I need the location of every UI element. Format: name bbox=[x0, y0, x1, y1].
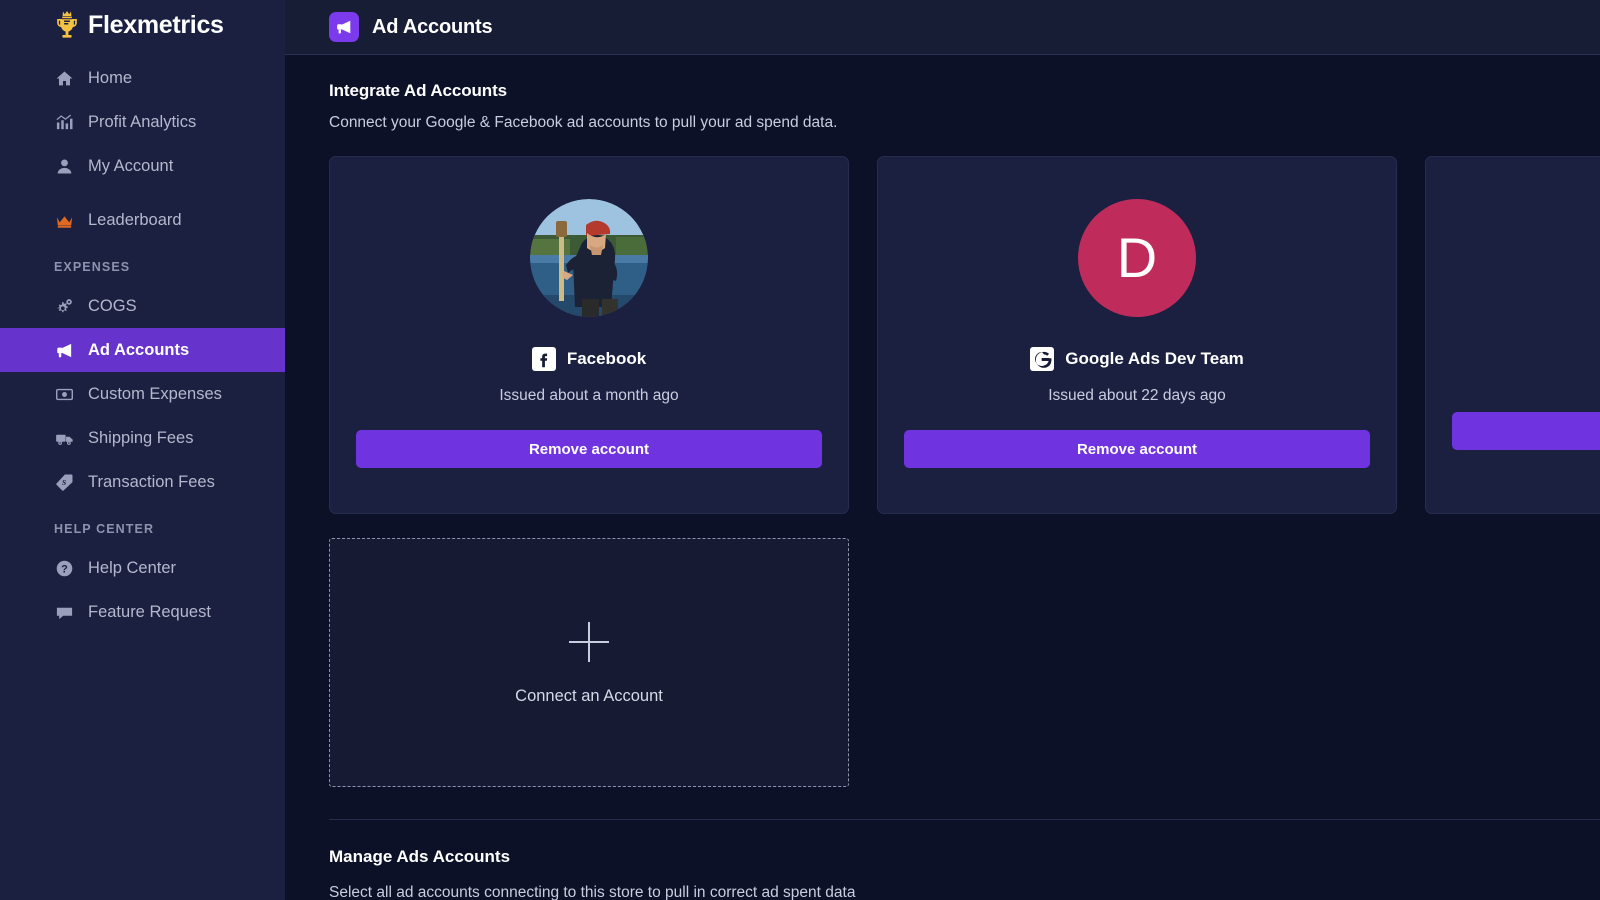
sidebar-item-label: COGS bbox=[88, 296, 137, 315]
integrate-subtitle: Connect your Google & Facebook ad accoun… bbox=[329, 114, 838, 131]
sidebar-item-label: Home bbox=[88, 68, 133, 87]
connect-account-label: Connect an Account bbox=[515, 687, 663, 705]
sidebar-item-leaderboard[interactable]: Leaderboard bbox=[0, 198, 285, 242]
truck-icon bbox=[54, 428, 74, 448]
account-name-row: Google Ads Dev Team bbox=[1030, 347, 1244, 371]
account-issued: Issued about a month ago bbox=[499, 387, 679, 404]
brand-name: Flexmetrics bbox=[88, 10, 224, 39]
sidebar-item-label: Feature Request bbox=[88, 602, 211, 621]
topbar: Ad Accounts bbox=[285, 0, 1600, 55]
sidebar-item-my-account[interactable]: My Account bbox=[0, 144, 285, 188]
sidebar-item-label: Leaderboard bbox=[88, 210, 182, 229]
sidebar-item-label: My Account bbox=[88, 156, 174, 175]
chart-analytics-icon bbox=[54, 112, 74, 132]
brand[interactable]: Flexmetrics bbox=[0, 0, 285, 56]
remove-account-button[interactable]: Remove account bbox=[904, 430, 1370, 468]
sidebar-item-cogs[interactable]: COGS bbox=[0, 284, 285, 328]
money-bill-icon bbox=[54, 384, 74, 404]
sidebar-item-feature-request[interactable]: Feature Request bbox=[0, 590, 285, 634]
svg-text:S: S bbox=[62, 477, 66, 486]
price-tag-icon: S bbox=[54, 472, 74, 492]
sidebar-item-shipping-fees[interactable]: Shipping Fees bbox=[0, 416, 285, 460]
google-icon bbox=[1030, 347, 1055, 371]
megaphone-icon bbox=[329, 12, 359, 42]
sidebar-item-custom-expenses[interactable]: Custom Expenses bbox=[0, 372, 285, 416]
avatar bbox=[530, 199, 648, 317]
sidebar-item-label: Ad Accounts bbox=[88, 340, 190, 359]
integrate-title: Integrate Ad Accounts bbox=[329, 81, 507, 100]
remove-account-button[interactable] bbox=[1452, 412, 1600, 450]
plus-icon bbox=[566, 619, 612, 665]
sidebar-section-expenses: EXPENSES bbox=[54, 260, 131, 274]
sidebar-item-transaction-fees[interactable]: S Transaction Fees bbox=[0, 460, 285, 504]
sidebar-item-label: Shipping Fees bbox=[88, 428, 194, 447]
page-title: Ad Accounts bbox=[372, 15, 493, 38]
sidebar-item-help-center[interactable]: ? Help Center bbox=[0, 546, 285, 590]
manage-subtitle: Select all ad accounts connecting to thi… bbox=[329, 884, 856, 900]
sidebar-nav: Home Profit Analytics My Account Leaderb… bbox=[0, 56, 285, 634]
section-divider bbox=[329, 819, 1600, 820]
crown-icon bbox=[54, 210, 74, 230]
question-circle-icon: ? bbox=[54, 558, 74, 578]
account-name: Facebook bbox=[566, 349, 647, 368]
avatar: D bbox=[1078, 199, 1196, 317]
person-icon bbox=[54, 156, 74, 176]
sidebar: Flexmetrics Home Profit Analytics My Acc… bbox=[0, 0, 285, 900]
app-root: Flexmetrics Home Profit Analytics My Acc… bbox=[0, 0, 1600, 900]
connect-account-card[interactable]: Connect an Account bbox=[329, 538, 849, 787]
home-icon bbox=[54, 68, 74, 88]
trophy-crown-icon bbox=[52, 9, 82, 41]
main-area: Ad Accounts Integrate Ad Accounts Connec… bbox=[285, 0, 1600, 900]
account-card[interactable]: D Google Ads Dev Team Issued about 22 da… bbox=[877, 156, 1397, 514]
account-card[interactable]: Facebook Issued about a month ago Remove… bbox=[329, 156, 849, 514]
facebook-icon bbox=[531, 347, 556, 371]
remove-account-button[interactable]: Remove account bbox=[356, 430, 822, 468]
account-cards-row: Facebook Issued about a month ago Remove… bbox=[329, 156, 1600, 514]
gears-icon bbox=[54, 296, 74, 316]
sidebar-item-profit-analytics[interactable]: Profit Analytics bbox=[0, 100, 285, 144]
sidebar-item-label: Help Center bbox=[88, 558, 177, 577]
account-issued: Issued about 22 days ago bbox=[1048, 387, 1226, 404]
comment-icon bbox=[54, 602, 74, 622]
manage-title: Manage Ads Accounts bbox=[329, 847, 511, 866]
sidebar-item-label: Custom Expenses bbox=[88, 384, 222, 403]
svg-text:?: ? bbox=[61, 563, 68, 575]
sidebar-item-ad-accounts[interactable]: Ad Accounts bbox=[0, 328, 285, 372]
sidebar-section-help-center: HELP CENTER bbox=[54, 522, 155, 536]
sidebar-item-home[interactable]: Home bbox=[0, 56, 285, 100]
account-name: Google Ads Dev Team bbox=[1065, 349, 1244, 368]
account-name-row: Facebook bbox=[531, 347, 647, 371]
megaphone-icon bbox=[54, 340, 74, 360]
sidebar-item-label: Profit Analytics bbox=[88, 112, 197, 131]
content-scroll: Integrate Ad Accounts Connect your Googl… bbox=[285, 55, 1600, 900]
sidebar-item-label: Transaction Fees bbox=[88, 472, 215, 491]
account-card[interactable] bbox=[1425, 156, 1600, 514]
